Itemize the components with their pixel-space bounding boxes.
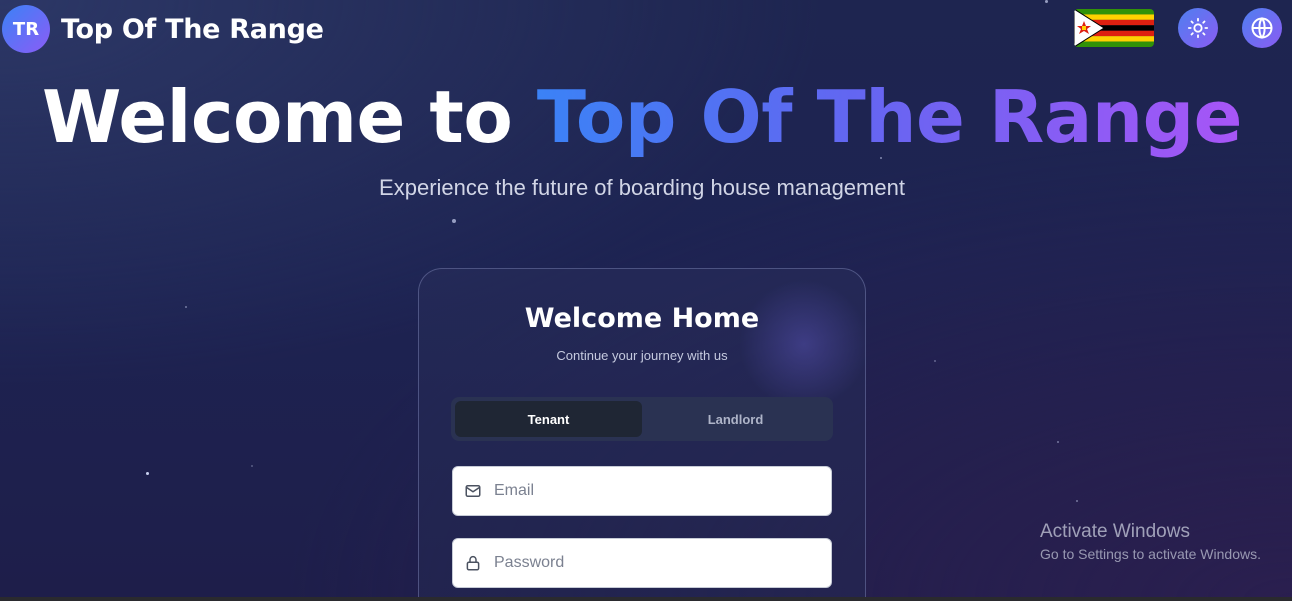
tab-tenant[interactable]: Tenant — [455, 401, 642, 437]
password-input[interactable] — [492, 553, 816, 573]
background-star — [185, 306, 187, 308]
lock-icon — [463, 553, 483, 573]
brand-logo: TR — [2, 5, 50, 53]
password-field[interactable] — [452, 538, 832, 588]
tab-landlord[interactable]: Landlord — [642, 401, 829, 437]
card-glow — [739, 279, 865, 409]
hero-title-prefix: Welcome to — [41, 75, 537, 159]
activate-windows-subtitle: Go to Settings to activate Windows. — [1040, 546, 1261, 562]
activate-windows-title: Activate Windows — [1040, 521, 1190, 542]
background-star — [251, 465, 253, 467]
role-tabs: Tenant Landlord — [451, 397, 833, 441]
background-star — [452, 219, 456, 223]
hero-title: Welcome to Top Of The Range — [0, 72, 1284, 162]
brand-name: Top Of The Range — [61, 13, 324, 45]
hero-title-accent: Top Of The Range — [536, 75, 1243, 159]
background-star — [1057, 441, 1059, 443]
card-title: Welcome Home — [524, 303, 760, 334]
background-star — [934, 360, 936, 362]
globe-icon — [1251, 17, 1273, 39]
background-star — [1076, 500, 1078, 502]
taskbar-edge — [0, 597, 1292, 601]
theme-toggle-button[interactable] — [1178, 8, 1218, 48]
email-input[interactable] — [492, 481, 816, 501]
brand[interactable]: TR Top Of The Range — [2, 5, 324, 53]
login-card: Welcome Home Continue your journey with … — [418, 268, 866, 601]
background-star — [1045, 0, 1048, 3]
mail-icon — [463, 481, 483, 501]
language-button[interactable] — [1242, 8, 1282, 48]
hero-subtitle: Experience the future of boarding house … — [379, 175, 905, 200]
zimbabwe-flag-icon[interactable] — [1074, 9, 1154, 47]
sun-icon — [1187, 17, 1209, 39]
email-field[interactable] — [452, 466, 832, 516]
background-star — [146, 472, 149, 475]
card-subtitle: Continue your journey with us — [556, 348, 728, 363]
